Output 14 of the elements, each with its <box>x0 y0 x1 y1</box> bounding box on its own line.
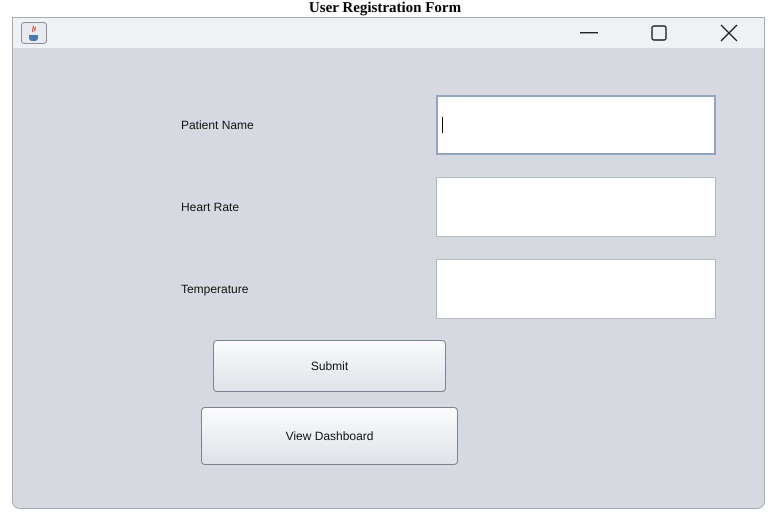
page-heading: User Registration Form <box>308 0 462 17</box>
coffee-cup-icon <box>21 22 47 44</box>
field-label: Temperature <box>180 282 250 296</box>
minimize-icon <box>580 32 598 34</box>
input-field[interactable] <box>436 177 716 237</box>
maximize-icon <box>651 25 667 41</box>
field-label: Patient Name <box>180 118 255 132</box>
input-field[interactable] <box>436 259 716 319</box>
close-icon <box>720 24 738 42</box>
submit-button[interactable]: Submit <box>213 340 446 392</box>
field-label: Heart Rate <box>180 200 240 214</box>
dashboard-button[interactable]: View Dashboard <box>201 407 458 465</box>
text-cursor <box>442 117 443 133</box>
input-field[interactable] <box>436 95 716 155</box>
